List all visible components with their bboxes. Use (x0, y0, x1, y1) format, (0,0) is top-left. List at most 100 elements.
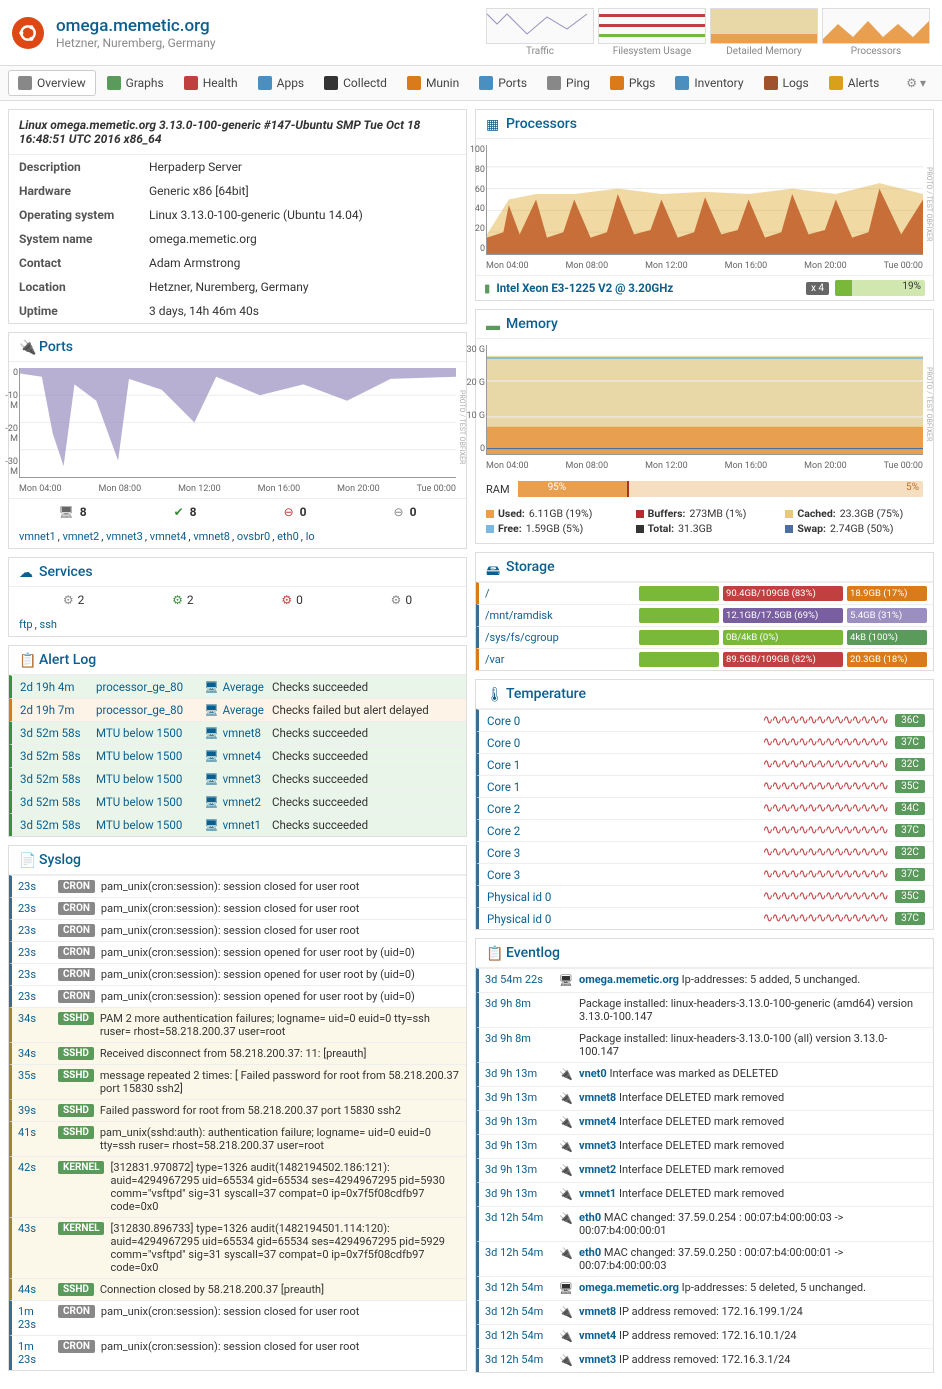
mem-stat: Total: 31.3GB (636, 522, 774, 535)
sparkline: ∿∿∿∿∿∿∿∿∿∿∿∿∿∿ (595, 911, 887, 926)
temp-row[interactable]: Physical id 0∿∿∿∿∿∿∿∿∿∿∿∿∿∿35C (476, 885, 933, 907)
syslog-row[interactable]: 43sKERNEL[312830.896733] type=1326 audit… (9, 1217, 466, 1278)
port-link-vmnet8[interactable]: vmnet8 (193, 530, 230, 543)
cpu-name[interactable]: Intel Xeon E3-1225 V2 @ 3.20GHz (496, 281, 800, 295)
event-row[interactable]: 3d 12h 54m🔌eth0 MAC changed: 37.59.0.250… (476, 1241, 933, 1276)
tab-overview[interactable]: Overview (8, 70, 96, 96)
service-link-ssh[interactable]: ssh (40, 618, 57, 631)
storage-icon: 🖴 (486, 560, 500, 574)
tab-ping[interactable]: Ping (538, 71, 599, 95)
port-link-eth0[interactable]: eth0 (277, 530, 299, 543)
temp-row[interactable]: Core 1∿∿∿∿∿∿∿∿∿∿∿∿∿∿32C (476, 753, 933, 775)
tab-alerts[interactable]: Alerts (820, 71, 889, 95)
event-row[interactable]: 3d 12h 54m🔌vmnet4 IP address removed: 17… (476, 1324, 933, 1348)
processors-panel: ▦Processors 100806040200 PROTO / TEST OB… (475, 109, 934, 301)
event-row[interactable]: 3d 9h 8mPackage installed: linux-headers… (476, 992, 933, 1027)
storage-row[interactable]: /mnt/ramdisk12.1GB/17.5GB (69%)5.4GB (31… (476, 604, 933, 626)
syslog-row[interactable]: 44sSSHDConnection closed by 58.218.200.3… (9, 1278, 466, 1300)
temp-row[interactable]: Core 2∿∿∿∿∿∿∿∿∿∿∿∿∿∿34C (476, 797, 933, 819)
event-row[interactable]: 3d 9h 13m🔌vmnet1 Interface DELETED mark … (476, 1182, 933, 1206)
syslog-row[interactable]: 34sSSHDReceived disconnect from 58.218.2… (9, 1042, 466, 1064)
service-link-ftp[interactable]: ftp (19, 618, 33, 631)
event-row[interactable]: 3d 9h 13m🔌vnet0 Interface was marked as … (476, 1062, 933, 1086)
port-link-ovsbr0[interactable]: ovsbr0 (237, 530, 270, 543)
temp-row[interactable]: Core 2∿∿∿∿∿∿∿∿∿∿∿∿∿∿37C (476, 819, 933, 841)
tab-inventory[interactable]: Inventory (666, 71, 752, 95)
thumb-traffic[interactable]: Traffic (486, 8, 594, 57)
event-row[interactable]: 3d 54m 22s🖥omega.memetic.org Ip-addresse… (476, 968, 933, 992)
syslog-row[interactable]: 23sCRONpam_unix(cron:session): session c… (9, 875, 466, 897)
syslog-tag: SSHD (58, 1069, 94, 1082)
syslog-row[interactable]: 39sSSHDFailed password for root from 58.… (9, 1099, 466, 1121)
syslog-tag: KERNEL (58, 1222, 104, 1235)
tab-ports[interactable]: Ports (470, 71, 536, 95)
alert-row[interactable]: 3d 52m 58sMTU below 1500🖥vmnet2Checks su… (9, 790, 466, 813)
storage-row[interactable]: /var89.5GB/109GB (82%)20.3GB (18%) (476, 648, 933, 670)
event-row[interactable]: 3d 9h 8mPackage installed: linux-headers… (476, 1027, 933, 1062)
event-row[interactable]: 3d 12h 54m🔌vmnet8 IP address removed: 17… (476, 1300, 933, 1324)
alert-row[interactable]: 3d 52m 58sMTU below 1500🖥vmnet3Checks su… (9, 767, 466, 790)
port-link-lo[interactable]: lo (306, 530, 315, 543)
thumb-processors[interactable]: Processors (822, 8, 930, 57)
storage-row[interactable]: /sys/fs/cgroup0B/4kB (0%)4kB (100%) (476, 626, 933, 648)
syslog-row[interactable]: 41sSSHDpam_unix(sshd:auth): authenticati… (9, 1121, 466, 1156)
alert-row[interactable]: 3d 52m 58sMTU below 1500🖥vmnet4Checks su… (9, 744, 466, 767)
tab-pkgs[interactable]: Pkgs (601, 71, 664, 95)
cpu-chart[interactable]: 100806040200 PROTO / TEST OBFIXER (486, 145, 923, 255)
event-row[interactable]: 3d 9h 13m🔌vmnet3 Interface DELETED mark … (476, 1134, 933, 1158)
temp-row[interactable]: Physical id 0∿∿∿∿∿∿∿∿∿∿∿∿∿∿37C (476, 907, 933, 929)
alert-row[interactable]: 3d 52m 58sMTU below 1500🖥vmnet8Checks su… (9, 721, 466, 744)
nav-tabs: OverviewGraphsHealthAppsCollectdMuninPor… (0, 66, 942, 101)
alert-row[interactable]: 2d 19h 4mprocessor_ge_80🖥AverageChecks s… (9, 675, 466, 698)
port-link-vmnet2[interactable]: vmnet2 (63, 530, 100, 543)
syslog-row[interactable]: 23sCRONpam_unix(cron:session): session o… (9, 941, 466, 963)
event-row[interactable]: 3d 12h 54m🖥omega.memetic.org Ip-addresse… (476, 1276, 933, 1300)
thumb-detailed-memory[interactable]: Detailed Memory (710, 8, 818, 57)
tab-munin[interactable]: Munin (398, 71, 468, 95)
syslog-tag: SSHD (58, 1126, 94, 1139)
thumb-filesystem-usage[interactable]: Filesystem Usage (598, 8, 706, 57)
syslog-row[interactable]: 1m 23sCRONpam_unix(cron:session): sessio… (9, 1300, 466, 1335)
net-icon: 🔌 (559, 1164, 573, 1178)
temp-row[interactable]: Core 0∿∿∿∿∿∿∿∿∿∿∿∿∿∿37C (476, 731, 933, 753)
event-row[interactable]: 3d 9h 13m🔌vmnet2 Interface DELETED mark … (476, 1158, 933, 1182)
ports-chart[interactable]: 0-10 M-20 M-30 M PROTO / TEST OBFIXER (19, 368, 456, 478)
syslog-row[interactable]: 35sSSHDmessage repeated 2 times: [ Faile… (9, 1064, 466, 1099)
tab-collectd[interactable]: Collectd (315, 71, 396, 95)
port-link-vmnet1[interactable]: vmnet1 (19, 530, 56, 543)
tab-graphs[interactable]: Graphs (98, 71, 173, 95)
alert-row[interactable]: 2d 19h 7mprocessor_ge_80🖥AverageChecks f… (9, 698, 466, 721)
syslog-row[interactable]: 1m 23sCRONpam_unix(cron:session): sessio… (9, 1335, 466, 1370)
alert-row[interactable]: 3d 52m 58sMTU below 1500🖥vmnet1Checks su… (9, 813, 466, 836)
event-row[interactable]: 3d 9h 13m🔌vmnet4 Interface DELETED mark … (476, 1110, 933, 1134)
temp-row[interactable]: Core 0∿∿∿∿∿∿∿∿∿∿∿∿∿∿36C (476, 709, 933, 731)
syslog-row[interactable]: 23sCRONpam_unix(cron:session): session c… (9, 919, 466, 941)
syslog-row[interactable]: 23sCRONpam_unix(cron:session): session o… (9, 985, 466, 1007)
settings-gear-icon[interactable]: ⚙ ▾ (898, 72, 934, 94)
syslog-row[interactable]: 23sCRONpam_unix(cron:session): session c… (9, 897, 466, 919)
mem-stat: Buffers: 273MB (1%) (636, 507, 774, 520)
storage-row[interactable]: /90.4GB/109GB (83%)18.9GB (17%) (476, 582, 933, 604)
sparkline: ∿∿∿∿∿∿∿∿∿∿∿∿∿∿ (595, 867, 887, 882)
memory-chart[interactable]: 30 G20 G10 G0 PROTO / TEST OBFIXER (486, 345, 923, 455)
temp-row[interactable]: Core 3∿∿∿∿∿∿∿∿∿∿∿∿∿∿37C (476, 863, 933, 885)
temp-row[interactable]: Core 3∿∿∿∿∿∿∿∿∿∿∿∿∿∿32C (476, 841, 933, 863)
port-link-vmnet4[interactable]: vmnet4 (150, 530, 187, 543)
temp-row[interactable]: Core 1∿∿∿∿∿∿∿∿∿∿∿∿∿∿35C (476, 775, 933, 797)
net-icon: 🔌 (559, 1247, 573, 1261)
syslog-row[interactable]: 34sSSHDPAM 2 more authentication failure… (9, 1007, 466, 1042)
syslog-tag: SSHD (58, 1104, 94, 1117)
tab-logs[interactable]: Logs (755, 71, 818, 95)
tab-apps[interactable]: Apps (249, 71, 314, 95)
location: Hetzner, Nuremberg, Germany (56, 36, 216, 50)
net-icon: 🔌 (559, 1212, 573, 1226)
syslog-row[interactable]: 42sKERNEL[312831.970872] type=1326 audit… (9, 1156, 466, 1217)
hostname[interactable]: omega.memetic.org (56, 16, 216, 36)
event-row[interactable]: 3d 9h 13m🔌vmnet8 Interface DELETED mark … (476, 1086, 933, 1110)
alertlog-panel: 📋Alert Log 2d 19h 4mprocessor_ge_80🖥Aver… (8, 645, 467, 837)
event-row[interactable]: 3d 12h 54m🔌vmnet3 IP address removed: 17… (476, 1348, 933, 1372)
port-link-vmnet3[interactable]: vmnet3 (106, 530, 143, 543)
event-row[interactable]: 3d 12h 54m🔌eth0 MAC changed: 37.59.0.254… (476, 1206, 933, 1241)
tab-health[interactable]: Health (175, 71, 247, 95)
syslog-row[interactable]: 23sCRONpam_unix(cron:session): session o… (9, 963, 466, 985)
